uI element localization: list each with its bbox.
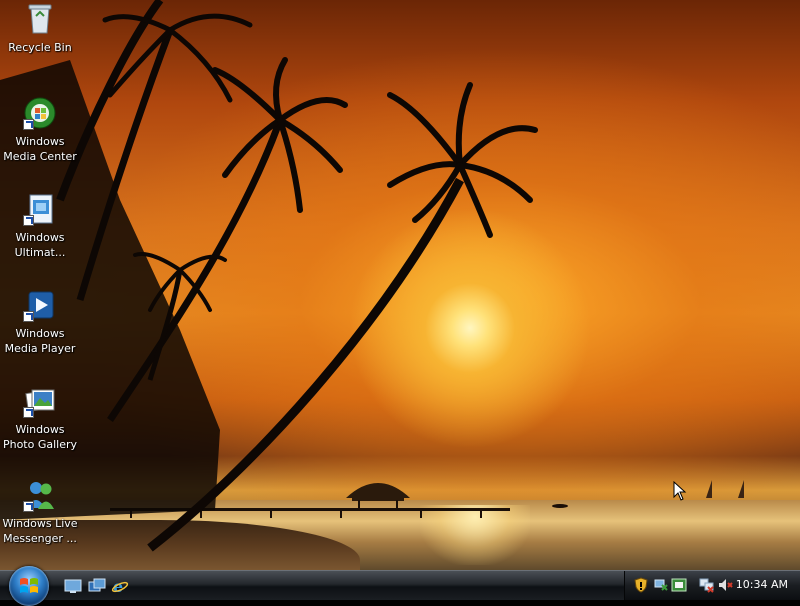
quick-launch-internet-explorer[interactable]: e: [111, 577, 129, 596]
taskbar: e 10:34 AM: [0, 566, 800, 606]
desktop-icon-recycle-bin[interactable]: Recycle Bin: [0, 2, 80, 55]
shortcut-arrow-icon: [23, 215, 34, 226]
recycle-bin-icon: [23, 2, 57, 36]
desktop-icon-windows-ultimate-extras[interactable]: Windows Ultimat...: [0, 192, 80, 260]
shortcut-arrow-icon: [23, 501, 34, 512]
desktop-icon-label: Windows Media Player: [4, 327, 76, 355]
desktop-icon-label: Windows Ultimat...: [14, 231, 66, 259]
desktop-icon-media-player[interactable]: Windows Media Player: [0, 288, 80, 356]
network-disconnected-icon[interactable]: [699, 577, 715, 593]
media-player-icon: [23, 288, 57, 322]
desktop-icon-label: Windows Media Center: [3, 135, 77, 163]
network-icon[interactable]: [653, 577, 669, 593]
desktop-icon-photo-gallery[interactable]: Windows Photo Gallery: [0, 384, 80, 452]
security-shield-icon[interactable]: [633, 577, 649, 593]
windows-update-icon[interactable]: [671, 577, 687, 593]
desktop-icon-live-messenger[interactable]: Windows Live Messenger ...: [0, 478, 80, 546]
desktop-icon-label: Recycle Bin: [8, 41, 72, 54]
desktop-icon-media-center[interactable]: Windows Media Center: [0, 96, 80, 164]
live-messenger-icon: [23, 478, 57, 512]
windows-ultimate-extras-icon: [23, 192, 57, 226]
shortcut-arrow-icon: [23, 119, 34, 130]
quick-launch-switch-windows[interactable]: [88, 577, 106, 595]
photo-gallery-icon: [23, 384, 57, 418]
volume-muted-icon[interactable]: [717, 577, 733, 593]
system-clock[interactable]: 10:34 AM: [736, 578, 788, 591]
internet-explorer-icon: e: [111, 577, 129, 596]
desktop-icon-label: Windows Photo Gallery: [2, 423, 78, 451]
mouse-cursor-icon: [673, 481, 687, 501]
notification-area: 10:34 AM: [624, 571, 800, 600]
media-center-icon: [23, 96, 57, 130]
quick-launch-show-desktop[interactable]: [64, 577, 82, 595]
desktop-wallpaper: Recycle Bin Windows Media Center Windows…: [0, 0, 800, 570]
start-button[interactable]: [9, 566, 49, 606]
switch-windows-icon: [88, 578, 106, 592]
windows-start-orb-icon: [20, 578, 38, 593]
shortcut-arrow-icon: [23, 311, 34, 322]
show-desktop-icon: [64, 579, 82, 593]
shortcut-arrow-icon: [23, 407, 34, 418]
desktop-icon-label: Windows Live Messenger ...: [2, 517, 78, 545]
